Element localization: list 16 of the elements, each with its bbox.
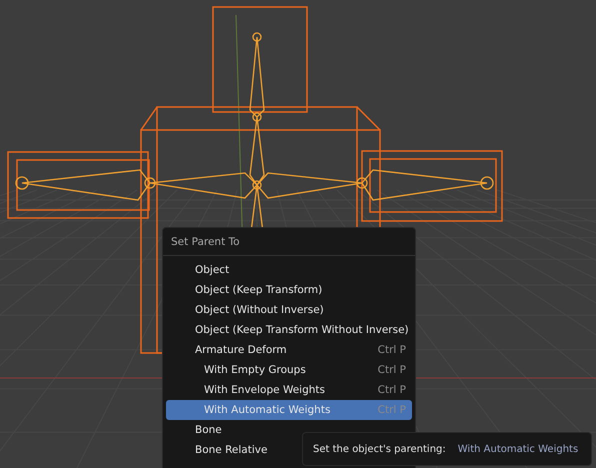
menu-item[interactable]: With Automatic Weights Ctrl P [166,400,412,420]
menu-item[interactable]: Armature Deform Ctrl P [166,340,412,360]
menu-item[interactable]: With Empty Groups Ctrl P [166,360,412,380]
shortcut-text: Ctrl P [378,364,406,376]
shortcut-text: Ctrl P [378,344,406,356]
tooltip-text: Set the object's parenting: [313,444,446,454]
shortcut-text: Ctrl P [378,384,406,396]
menu-item[interactable]: Object [166,260,412,280]
menu-item[interactable]: Bone [166,420,412,440]
menu-item[interactable]: With Envelope Weights Ctrl P [166,380,412,400]
menu-item[interactable]: Object (Keep Transform) [166,280,412,300]
shortcut-text: Ctrl P [378,404,406,416]
menu-title: Set Parent To [163,228,415,256]
menu-item[interactable]: Object (Keep Transform Without Inverse) [166,320,412,340]
tooltip-value: With Automatic Weights [458,444,578,454]
menu-item[interactable]: Object (Without Inverse) [166,300,412,320]
